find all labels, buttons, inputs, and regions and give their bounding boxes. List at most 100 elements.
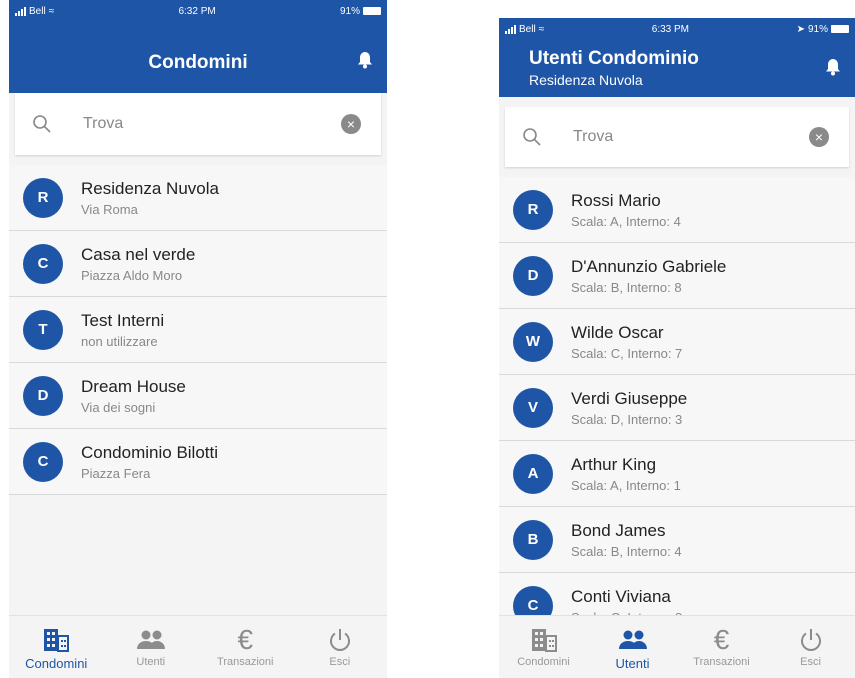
battery-percent: 91%: [807, 23, 828, 35]
wifi-icon: ≈: [538, 23, 545, 35]
condomini-screen: Bell ≈ 6:32 PM 91% Condomini × R Residenz…: [9, 0, 387, 678]
tab-transazioni[interactable]: € Transazioni: [677, 616, 766, 678]
list-item[interactable]: C Casa nel verde Piazza Aldo Moro: [9, 231, 387, 297]
tab-bar: Condomini Utenti € Transazioni Esci: [9, 615, 387, 678]
tab-utenti[interactable]: Utenti: [588, 616, 677, 678]
power-icon: [328, 626, 352, 654]
search-bar: ×: [505, 107, 849, 167]
bell-icon[interactable]: [357, 51, 373, 69]
list-item-title: Casa nel verde: [81, 244, 196, 264]
list-item[interactable]: W Wilde Oscar Scala: C, Interno: 7: [499, 309, 855, 375]
tab-label: Utenti: [136, 656, 166, 668]
search-icon: [523, 128, 541, 146]
clear-search-icon[interactable]: ×: [809, 127, 829, 147]
list-item-subtitle: non utilizzare: [81, 333, 158, 349]
list-item-text: Wilde Oscar Scala: C, Interno: 7: [571, 323, 682, 361]
tab-utenti[interactable]: Utenti: [104, 616, 199, 678]
list-item[interactable]: R Rossi Mario Scala: A, Interno: 4: [499, 177, 855, 243]
list-item[interactable]: R Residenza Nuvola Via Roma: [9, 165, 387, 231]
avatar: C: [23, 441, 63, 482]
tab-label: Condomini: [25, 656, 88, 671]
carrier-label: Bell: [29, 5, 46, 17]
signal-icon: [15, 6, 26, 16]
list-item-text: D'Annunzio Gabriele Scala: B, Interno: 8: [571, 257, 726, 295]
list-item-text: Verdi Giuseppe Scala: D, Interno: 3: [571, 389, 687, 427]
avatar: V: [513, 387, 553, 428]
users-icon: [617, 626, 649, 654]
list-item-title: Conti Viviana: [571, 586, 671, 606]
list-item-title: Bond James: [571, 520, 666, 540]
tab-esci[interactable]: Esci: [766, 616, 855, 678]
list-item-text: Residenza Nuvola Via Roma: [81, 179, 219, 217]
signal-group: Bell ≈: [15, 6, 54, 17]
utenti-screen: Bell ≈ 6:33 PM ➤ 91% Utenti Condominio R…: [499, 18, 855, 678]
list-item[interactable]: V Verdi Giuseppe Scala: D, Interno: 3: [499, 375, 855, 441]
list-item[interactable]: D D'Annunzio Gabriele Scala: B, Interno: 8: [499, 243, 855, 309]
list-item-subtitle: Piazza Aldo Moro: [81, 267, 183, 283]
tab-label: Condomini: [517, 656, 570, 668]
status-time: 6:33 PM: [651, 23, 690, 35]
battery-group: ➤ 91%: [797, 24, 849, 35]
list-item-text: Test Interni non utilizzare: [81, 311, 164, 349]
list-item[interactable]: C Condominio Bilotti Piazza Fera: [9, 429, 387, 495]
avatar: C: [23, 243, 63, 284]
list-item[interactable]: B Bond James Scala: B, Interno: 4: [499, 507, 855, 573]
power-icon: [799, 626, 823, 654]
list-item-text: Bond James Scala: B, Interno: 4: [571, 521, 682, 559]
tab-transazioni[interactable]: € Transazioni: [198, 616, 293, 678]
app-bar: Bell ≈ 6:33 PM ➤ 91% Utenti Condominio R…: [499, 18, 855, 97]
list-item-subtitle: Via dei sogni: [81, 399, 156, 415]
condomini-list: R Residenza Nuvola Via Roma C Casa nel verde…: [9, 165, 387, 495]
list-item-subtitle: Piazza Fera: [81, 465, 151, 481]
battery-icon: [831, 25, 849, 33]
avatar: T: [23, 309, 63, 350]
building-icon: [41, 626, 71, 654]
utenti-list: R Rossi Mario Scala: A, Interno: 4 D D'Annun…: [499, 177, 855, 639]
list-item-title: Rossi Mario: [571, 190, 661, 210]
list-item-subtitle: Scala: B, Interno: 4: [571, 543, 682, 559]
clear-search-icon[interactable]: ×: [341, 114, 361, 134]
signal-icon: [505, 24, 516, 34]
avatar: R: [23, 177, 63, 218]
battery-group: 91%: [340, 6, 381, 17]
wifi-icon: ≈: [48, 5, 55, 17]
avatar: A: [513, 453, 553, 494]
euro-icon: €: [237, 624, 254, 655]
list-item-subtitle: Scala: C, Interno: 7: [571, 345, 683, 361]
avatar: B: [513, 519, 553, 560]
location-icon: ➤: [796, 23, 805, 35]
tab-label: Esci: [329, 656, 351, 668]
battery-percent: 91%: [339, 5, 360, 17]
list-item-text: Rossi Mario Scala: A, Interno: 4: [571, 191, 681, 229]
list-item-title: Residenza Nuvola: [81, 178, 219, 198]
page-title: Condomini: [148, 52, 248, 73]
list-item-text: Arthur King Scala: A, Interno: 1: [571, 455, 681, 493]
list-item-text: Condominio Bilotti Piazza Fera: [81, 443, 218, 481]
page-title: Utenti Condominio: [529, 48, 699, 69]
tab-condomini[interactable]: Condomini: [9, 616, 104, 678]
tab-esci[interactable]: Esci: [293, 616, 388, 678]
list-item-title: D'Annunzio Gabriele: [571, 256, 727, 276]
list-item-title: Condominio Bilotti: [81, 442, 219, 462]
avatar: D: [513, 255, 553, 296]
battery-icon: [362, 7, 381, 15]
euro-icon: €: [713, 624, 730, 655]
avatar: W: [513, 321, 553, 362]
page-subtitle: Residenza Nuvola: [529, 72, 643, 88]
search-icon: [33, 115, 51, 133]
tab-label: Utenti: [615, 656, 650, 671]
users-icon: [135, 626, 167, 654]
search-input[interactable]: [81, 114, 341, 134]
list-item[interactable]: D Dream House Via dei sogni: [9, 363, 387, 429]
tab-label: Esci: [800, 656, 821, 668]
search-input[interactable]: [571, 127, 809, 147]
title-block: Utenti Condominio Residenza Nuvola: [529, 48, 699, 88]
tab-condomini[interactable]: Condomini: [499, 616, 588, 678]
tab-label: Transazioni: [693, 656, 750, 668]
bell-icon[interactable]: [825, 58, 841, 76]
search-bar: ×: [15, 93, 381, 155]
list-item-title: Verdi Giuseppe: [571, 388, 688, 408]
list-item[interactable]: T Test Interni non utilizzare: [9, 297, 387, 363]
list-item[interactable]: A Arthur King Scala: A, Interno: 1: [499, 441, 855, 507]
list-item-subtitle: Scala: A, Interno: 4: [571, 213, 681, 229]
